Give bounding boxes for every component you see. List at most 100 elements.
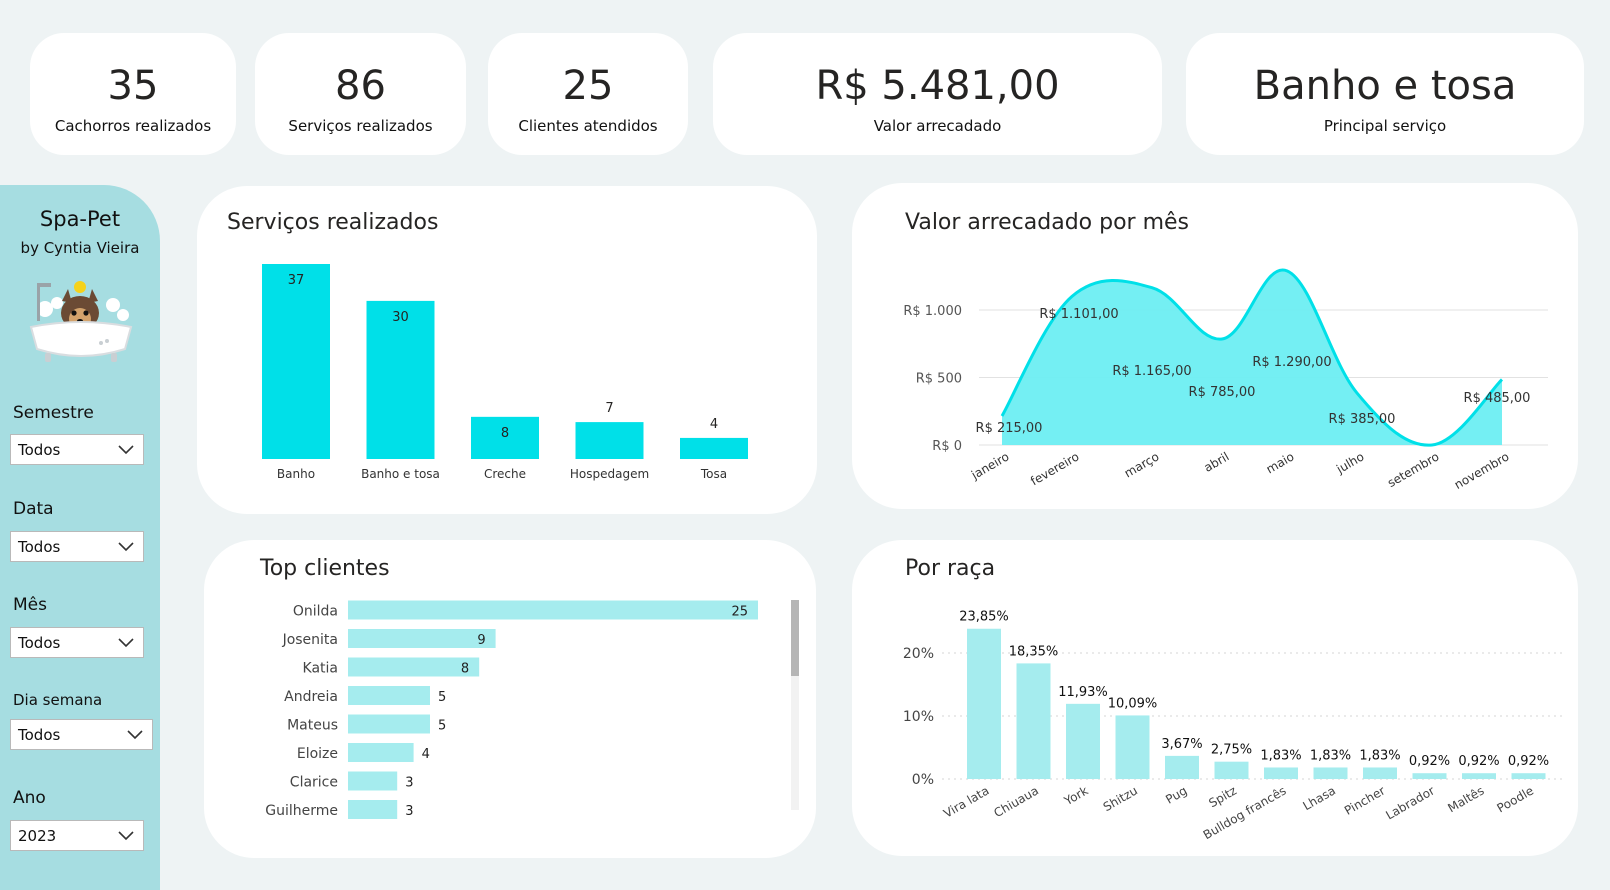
category-label: Creche [484, 467, 526, 481]
x-tick-label: Chiuaua [991, 783, 1041, 820]
clients-bar-chart: Onilda 25 Josenita 9 Katia 8 Andreia 5 Mateus 5 El… [265, 600, 758, 819]
data-label: R$ 1.290,00 [1252, 355, 1331, 370]
x-tick-label: Shitzu [1101, 783, 1140, 814]
data-label: 0,92% [1508, 754, 1549, 769]
bar [967, 628, 1001, 779]
kpi-card-dogs: 35 Cachorros realizados [30, 33, 236, 155]
category-label: Katia [303, 661, 338, 677]
data-label: R$ 1.101,00 [1039, 307, 1118, 322]
data-label: 7 [605, 401, 613, 416]
kpi-card-revenue: R$ 5.481,00 Valor arrecadado [713, 33, 1162, 155]
chevron-down-icon [118, 445, 134, 455]
data-dropdown[interactable]: Todos [10, 531, 144, 562]
category-label: Banho [277, 467, 315, 481]
bar [1313, 767, 1348, 779]
x-tick-label: Pincher [1342, 783, 1388, 817]
x-tick-label: Poodle [1495, 783, 1536, 815]
x-tick-label: Vira lata [941, 783, 991, 820]
category-label: Onilda [293, 604, 338, 620]
bar [348, 600, 758, 620]
x-tick-label: novembro [1452, 449, 1512, 491]
data-label: 4 [422, 747, 430, 762]
kpi-label: Principal serviço [1323, 117, 1447, 135]
scrollbar-thumb[interactable] [791, 600, 799, 676]
bar [348, 743, 414, 762]
mes-dropdown[interactable]: Todos [10, 627, 144, 658]
x-tick-label: abril [1201, 449, 1231, 474]
data-label: 10,09% [1108, 696, 1158, 711]
semestre-dropdown[interactable]: Todos [10, 434, 144, 465]
ano-dropdown[interactable]: 2023 [10, 820, 144, 851]
bar [1412, 773, 1447, 779]
category-label: Clarice [290, 775, 338, 791]
revenue-area-chart: R$ 0 R$ 500 R$ 1.000 R$ 215,00 R$ 1.101,00 R$… [903, 268, 1548, 492]
data-label: 1,83% [1310, 748, 1351, 763]
kpi-label: Valor arrecadado [873, 117, 1002, 135]
bar [1066, 703, 1100, 779]
data-label: 8 [461, 662, 469, 677]
chevron-down-icon [118, 542, 134, 552]
dog-bathtub-logo [29, 281, 133, 362]
y-tick-label: 0% [912, 772, 934, 788]
data-label: 1,83% [1260, 748, 1301, 763]
chevron-down-icon [118, 831, 134, 841]
x-tick-label: York [1061, 783, 1091, 808]
app-subtitle: by Cyntia Vieira [20, 239, 140, 257]
slicer-label-mes: Mês [13, 595, 47, 615]
x-tick-label: Pug [1163, 783, 1189, 806]
y-tick-label: R$ 500 [916, 372, 962, 387]
category-label: Eloize [297, 746, 338, 762]
kpi-label: Clientes atendidos [518, 117, 658, 135]
kpi-value: 25 [562, 63, 614, 109]
bar [348, 629, 496, 648]
data-label: 5 [438, 690, 446, 705]
data-label: 18,35% [1009, 644, 1059, 659]
y-tick-label: 20% [903, 646, 934, 662]
y-tick-label: R$ 0 [932, 439, 962, 454]
category-label: Banho e tosa [361, 467, 440, 481]
kpi-value: 35 [107, 63, 159, 109]
category-label: Tosa [700, 467, 727, 481]
y-tick-label: 10% [903, 709, 934, 725]
slicer-label-ano: Ano [13, 788, 46, 808]
bar [1115, 715, 1150, 779]
services-panel: Serviços realizados 37 Banho 30 Banho e tos… [197, 186, 817, 514]
bar [575, 422, 644, 459]
bar [1363, 767, 1397, 779]
x-tick-label: Maltês [1445, 783, 1486, 815]
data-label: 5 [438, 719, 446, 734]
data-label: 3 [405, 804, 413, 819]
data-label: R$ 1.165,00 [1112, 364, 1191, 379]
data-label: 3 [405, 776, 413, 791]
bar [348, 714, 430, 734]
kpi-value: R$ 5.481,00 [815, 63, 1060, 109]
dropdown-value: Todos [18, 538, 61, 556]
x-tick-label: setembro [1385, 449, 1441, 490]
slicer-label-data: Data [13, 499, 54, 519]
x-tick-label: julho [1333, 449, 1366, 476]
data-label: 23,85% [959, 610, 1009, 625]
data-label: 37 [288, 273, 305, 288]
x-tick-label: Spitz [1206, 783, 1239, 810]
kpi-label: Serviços realizados [288, 117, 433, 135]
x-tick-label: maio [1264, 449, 1297, 476]
x-tick-label: fevereiro [1028, 449, 1081, 488]
bar [1462, 773, 1496, 779]
kpi-card-services: 86 Serviços realizados [255, 33, 466, 155]
app-title: Spa-Pet [39, 207, 121, 231]
data-label: R$ 485,00 [1464, 391, 1531, 406]
data-label: 4 [710, 417, 718, 432]
breed-panel: Por raça 0% 10% 20% 23,85% Vira lata 18,35% Ch… [852, 540, 1578, 856]
x-tick-label: Labrador [1383, 783, 1437, 822]
y-tick-label: R$ 1.000 [903, 304, 962, 319]
clients-scrollbar[interactable] [791, 600, 799, 810]
dia-semana-dropdown[interactable]: Todos [10, 719, 153, 750]
data-label: R$ 385,00 [1329, 412, 1396, 427]
filter-sidebar: Spa-Pet by Cyntia Vieira Semestre Todos … [0, 185, 160, 890]
breed-bar-chart: 0% 10% 20% 23,85% Vira lata 18,35% Chiuaua 11,9… [903, 610, 1562, 842]
data-label: R$ 785,00 [1189, 385, 1256, 400]
data-label: 11,93% [1058, 685, 1108, 700]
slicer-label-semestre: Semestre [13, 403, 94, 423]
kpi-card-clients: 25 Clientes atendidos [488, 33, 688, 155]
x-tick-label: março [1122, 449, 1162, 480]
